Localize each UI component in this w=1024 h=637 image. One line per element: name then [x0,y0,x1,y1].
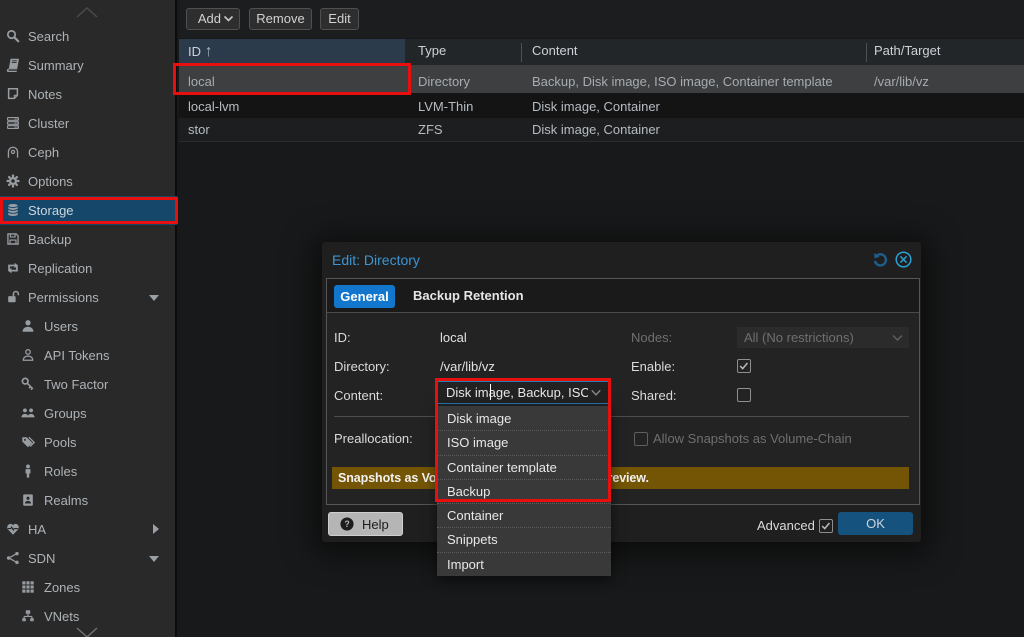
svg-text:?: ? [344,519,349,529]
